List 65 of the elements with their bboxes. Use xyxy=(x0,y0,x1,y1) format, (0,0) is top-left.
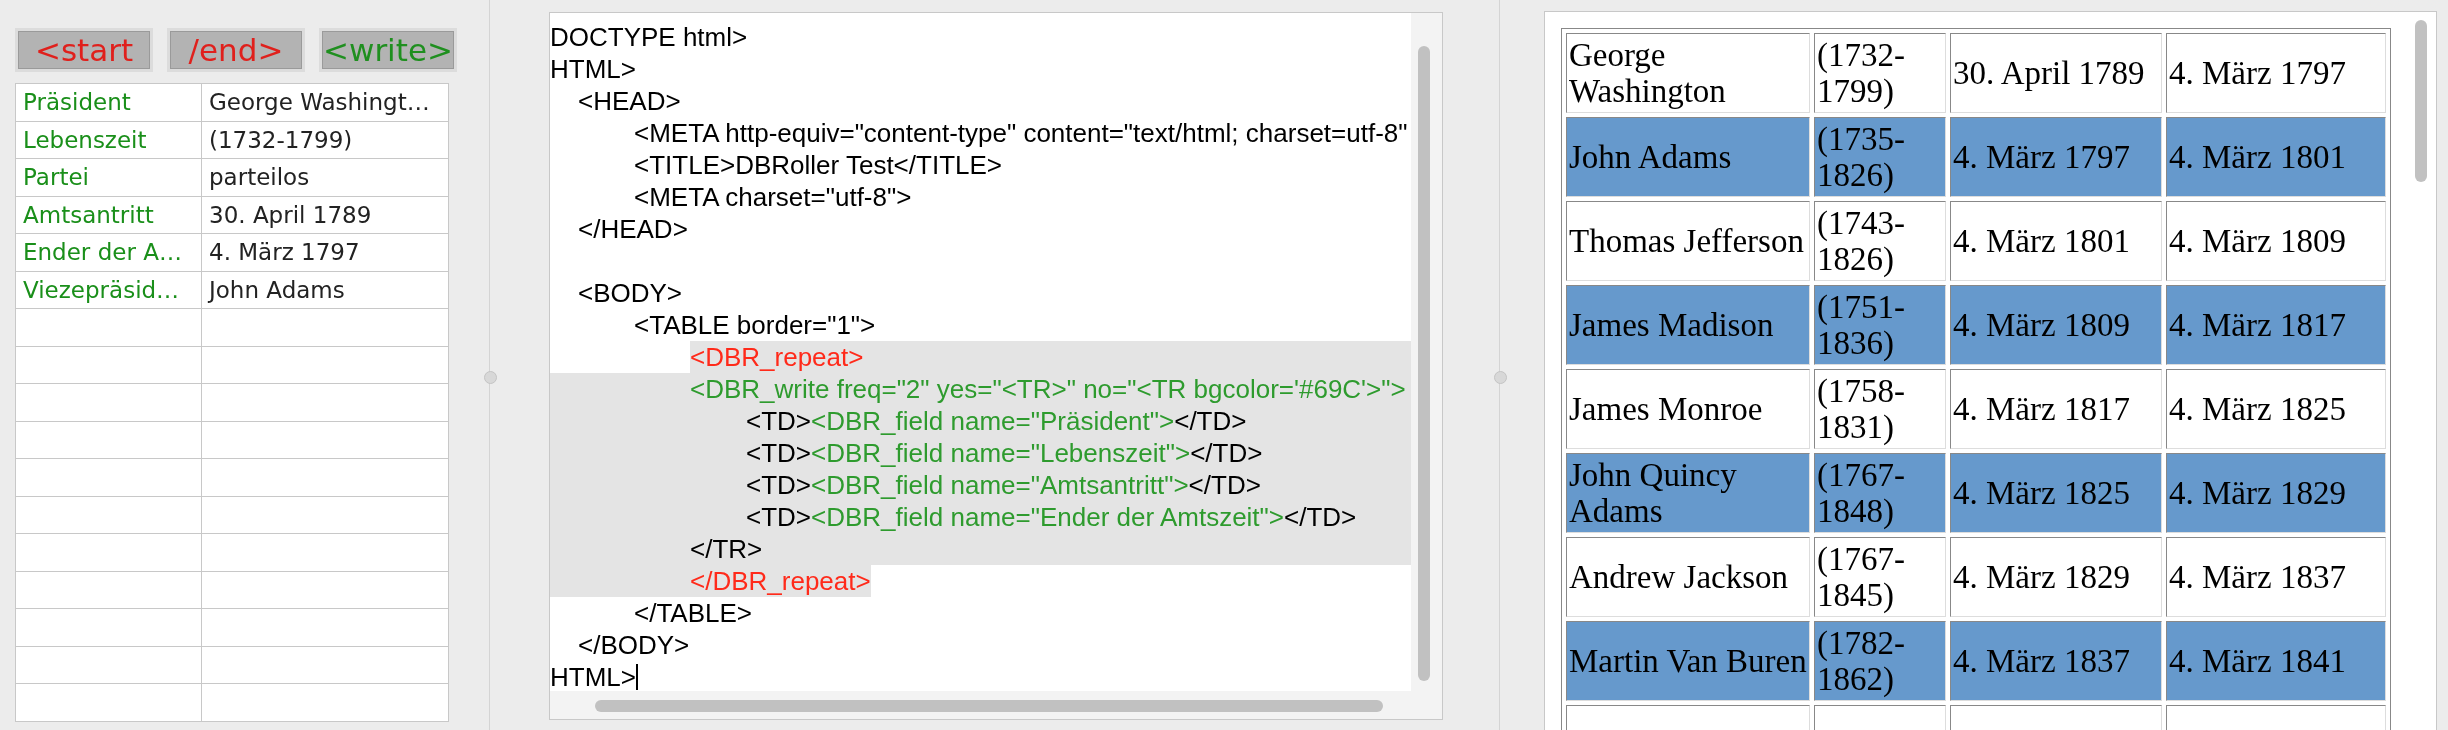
table-cell: James Monroe xyxy=(1566,369,1810,449)
code-line: HTML> xyxy=(550,53,636,85)
tag-button[interactable]: /end> xyxy=(167,28,305,72)
table-cell: 4. März 1825 xyxy=(1950,453,2162,533)
table-cell: (1735-1826) xyxy=(1814,117,1946,197)
field-value: John Adams xyxy=(201,271,449,309)
field-name: Lebenszeit xyxy=(15,121,202,159)
table-cell: 4. März 1829 xyxy=(2166,453,2386,533)
code-line: <TABLE border="1"> xyxy=(634,309,876,341)
table-cell: 4. März 1837 xyxy=(2166,537,2386,617)
code-editor[interactable] xyxy=(549,12,1443,720)
table-cell: 4. März 1801 xyxy=(2166,117,2386,197)
table-cell: (1758-1831) xyxy=(1814,369,1946,449)
table-cell: John Adams xyxy=(1566,117,1810,197)
table-cell: 4. März 1825 xyxy=(2166,369,2386,449)
table-cell: 4. März 1837 xyxy=(1950,621,2162,701)
table-cell: Martin Van Buren xyxy=(1566,621,1810,701)
vertical-scrollbar[interactable] xyxy=(2415,20,2427,182)
code-line: DOCTYPE html> xyxy=(550,21,748,53)
table-cell: (1743-1826) xyxy=(1814,201,1946,281)
table-cell: 4. März 1829 xyxy=(1950,537,2162,617)
table-cell: George Washington xyxy=(1566,33,1810,113)
code-line: </HEAD> xyxy=(578,213,688,245)
table-cell: 30. April 1789 xyxy=(1950,33,2162,113)
vertical-scrollbar[interactable] xyxy=(1418,46,1430,681)
field-name: Präsident xyxy=(15,83,202,121)
table-cell: Thomas Jefferson xyxy=(1566,201,1810,281)
field-value: 4. März 1797 xyxy=(201,233,449,271)
code-line: <META http-equiv="content-type" content="text/html; charset=utf-8" xyxy=(634,117,1408,149)
table-cell: Andrew Jackson xyxy=(1566,537,1810,617)
field-value: 30. April 1789 xyxy=(201,196,449,234)
code-line: <HEAD> xyxy=(578,85,681,117)
splitter-handle[interactable] xyxy=(1494,371,1507,384)
field-value: (1732-1799) xyxy=(201,121,449,159)
splitter-handle[interactable] xyxy=(484,371,497,384)
field-name: Partei xyxy=(15,158,202,196)
field-value: George Washingt… xyxy=(201,83,449,121)
table-cell: (1732-1799) xyxy=(1814,33,1946,113)
table-cell: 4. März 1797 xyxy=(1950,117,2162,197)
table-cell: (1767-1845) xyxy=(1814,537,1946,617)
field-name: Ender der A… xyxy=(15,233,202,271)
table-cell: 4. März 1809 xyxy=(2166,201,2386,281)
code-line: </BODY> xyxy=(578,629,690,661)
tag-button[interactable]: <start xyxy=(15,28,153,72)
table-cell: (1782-1862) xyxy=(1814,621,1946,701)
table-cell: 4. März 1809 xyxy=(1950,285,2162,365)
field-name: Viezepräsid… xyxy=(15,271,202,309)
table-cell: 4. März 1797 xyxy=(2166,33,2386,113)
code-line: <BODY> xyxy=(578,277,683,309)
code-line: <META charset="utf-8"> xyxy=(634,181,912,213)
table-cell: (1751-1836) xyxy=(1814,285,1946,365)
code-line: </TABLE> xyxy=(634,597,753,629)
table-cell: John Quincy Adams xyxy=(1566,453,1810,533)
table-cell: James Madison xyxy=(1566,285,1810,365)
table-cell: 4. März 1817 xyxy=(1950,369,2162,449)
table-cell: (1767-1848) xyxy=(1814,453,1946,533)
tag-button[interactable]: <write> xyxy=(319,28,457,72)
code-line: <TITLE>DBRoller Test</TITLE> xyxy=(634,149,1002,181)
field-value: parteilos xyxy=(201,158,449,196)
code-line: HTML> xyxy=(550,661,636,691)
table-cell: 4. März 1841 xyxy=(2166,621,2386,701)
table-cell: 4. März 1801 xyxy=(1950,201,2162,281)
horizontal-scrollbar[interactable] xyxy=(595,700,1383,712)
field-name: Amtsantritt xyxy=(15,196,202,234)
table-cell: 4. März 1817 xyxy=(2166,285,2386,365)
